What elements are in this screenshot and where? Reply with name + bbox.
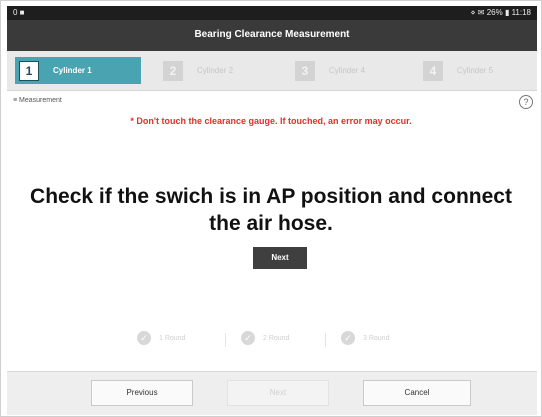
status-bar-left: 0 ■ — [13, 8, 25, 17]
cancel-button[interactable]: Cancel — [363, 380, 471, 406]
step-label: Cylinder 5 — [457, 66, 494, 75]
app-frame: 0 ■ ⋄ ✉ 26% ▮ 11:18 Bearing Clearance Me… — [0, 0, 542, 417]
step-tabs: 1 Cylinder 1 2 Cylinder 2 3 Cylinder 4 4… — [7, 51, 537, 91]
round-label: 3 Round — [363, 334, 390, 342]
measurement-header: ≡ Measurement ? — [7, 93, 537, 111]
next-button[interactable]: Next — [227, 380, 329, 406]
step-number: 4 — [423, 60, 443, 81]
step-tab-3[interactable]: 3 Cylinder 4 — [295, 57, 405, 84]
step-number: 3 — [295, 60, 315, 81]
title-bar: Bearing Clearance Measurement — [7, 20, 537, 51]
window-title: Bearing Clearance Measurement — [194, 29, 350, 40]
divider — [325, 333, 326, 347]
measurement-label: ≡ Measurement — [13, 97, 62, 104]
step-label: Cylinder 2 — [197, 66, 234, 75]
next-step-button[interactable]: Next — [253, 247, 307, 269]
instruction-text: Check if the swich is in AP position and… — [30, 185, 512, 235]
round-indicators: ✓ 1 Round ✓ 2 Round ✓ 3 Round — [137, 331, 437, 351]
round-label: 2 Round — [263, 334, 290, 342]
step-label: Cylinder 4 — [329, 66, 366, 75]
step-number: 1 — [19, 60, 39, 81]
round-item-2: ✓ 2 Round — [241, 331, 289, 345]
round-item-1: ✓ 1 Round — [137, 331, 185, 345]
status-bar: 0 ■ ⋄ ✉ 26% ▮ 11:18 — [7, 6, 537, 20]
previous-button[interactable]: Previous — [91, 380, 193, 406]
step-tab-1[interactable]: 1 Cylinder 1 — [15, 57, 141, 84]
check-circle-icon: ✓ — [341, 331, 355, 345]
round-label: 1 Round — [159, 334, 186, 342]
status-bar-right: ⋄ ✉ 26% ▮ 11:18 — [470, 8, 531, 17]
step-tab-4[interactable]: 4 Cylinder 5 — [423, 57, 533, 84]
check-circle-icon: ✓ — [241, 331, 255, 345]
step-tab-2[interactable]: 2 Cylinder 2 — [163, 57, 273, 84]
divider — [225, 333, 226, 347]
round-item-3: ✓ 3 Round — [341, 331, 389, 345]
warning-message: * Don't touch the clearance gauge. If to… — [130, 116, 412, 126]
footer-bar: Previous Next Cancel — [7, 371, 537, 415]
question-circle-icon[interactable]: ? — [519, 95, 533, 109]
step-label: Cylinder 1 — [53, 66, 92, 75]
step-number: 2 — [163, 60, 183, 81]
check-circle-icon: ✓ — [137, 331, 151, 345]
